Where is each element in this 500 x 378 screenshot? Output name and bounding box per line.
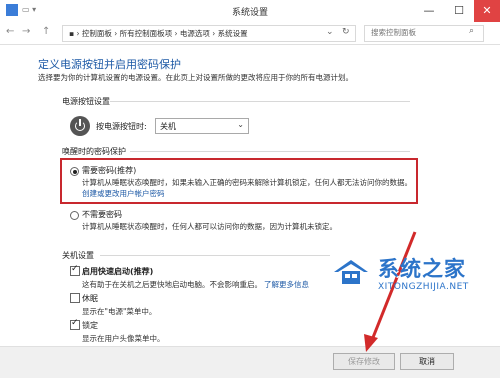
section-divider (130, 151, 410, 152)
chevron-down-icon: ⌄ (237, 120, 244, 129)
power-button-action-value: 关机 (160, 122, 176, 131)
change-password-link[interactable]: 创建或更改用户帐户密码 (82, 188, 165, 199)
wake-password-section-heading: 唤醒时的密码保护 (62, 147, 126, 156)
minimize-button[interactable]: — (414, 0, 444, 22)
back-button[interactable]: ← (6, 26, 14, 37)
search-input[interactable] (371, 28, 471, 37)
power-button-action-select[interactable]: 关机 ⌄ (155, 118, 249, 134)
maximize-button[interactable]: ☐ (444, 0, 474, 22)
require-password-radio[interactable] (70, 167, 79, 176)
power-icon (70, 116, 90, 136)
hibernate-description: 显示在"电源"菜单中。 (82, 307, 157, 316)
cancel-button[interactable]: 取消 (400, 353, 454, 370)
fast-startup-title[interactable]: 启用快速启动(推荐) (82, 266, 153, 277)
require-password-description: 计算机从睡眠状态唤醒时，如果未输入正确的密码来解除计算机锁定，任何人都无法访问你… (82, 178, 412, 187)
no-password-title[interactable]: 不需要密码 (82, 209, 122, 220)
search-icon[interactable]: ⌕ (469, 26, 474, 36)
shutdown-section-heading: 关机设置 (62, 251, 94, 260)
require-password-title[interactable]: 需要密码(推荐) (82, 165, 136, 176)
watermark-logo (334, 260, 368, 284)
fast-startup-checkbox[interactable] (70, 264, 80, 276)
watermark-url: XITONGZHIJIA.NET (378, 282, 469, 292)
page-title: 定义电源按钮并启用密码保护 (38, 58, 181, 71)
fast-startup-description: 这有助于在关机之后更快地启动电脑。不会影响重启。 (82, 280, 262, 289)
hibernate-checkbox[interactable] (70, 293, 80, 303)
no-password-radio[interactable] (70, 211, 79, 220)
breadcrumb-path[interactable]: ▪ › 控制面板 › 所有控制面板项 › 电源选项 › 系统设置 (69, 28, 248, 39)
breadcrumb[interactable]: ▪ › 控制面板 › 所有控制面板项 › 电源选项 › 系统设置 ⌄ ↻ (62, 25, 356, 42)
section-divider (100, 255, 330, 256)
close-button[interactable]: ✕ (474, 0, 500, 22)
hibernate-title[interactable]: 休眠 (82, 293, 98, 304)
lock-description: 显示在用户头像菜单中。 (82, 334, 165, 343)
address-bar: ← → ↑ ▪ › 控制面板 › 所有控制面板项 › 电源选项 › 系统设置 ⌄… (0, 22, 500, 45)
power-button-label: 按电源按钮时: (96, 122, 147, 131)
learn-more-link[interactable]: 了解更多信息 (264, 279, 309, 290)
watermark-text: 系统之家 (378, 257, 466, 281)
lock-title[interactable]: 锁定 (82, 320, 98, 331)
title-bar: ▭ ▾ 系统设置 — ☐ ✕ (0, 0, 500, 23)
forward-button[interactable]: → (22, 26, 30, 37)
refresh-icon[interactable]: ↻ (342, 27, 350, 37)
breadcrumb-dropdown-icon[interactable]: ⌄ (326, 27, 334, 37)
section-divider (110, 101, 410, 102)
up-button[interactable]: ↑ (42, 26, 50, 37)
search-box[interactable]: ⌕ (364, 25, 484, 42)
page-description: 选择要为你的计算机设置的电源设置。在此页上对设置所做的更改将应用于你的所有电源计… (38, 73, 353, 82)
save-changes-button[interactable]: 保存修改 (333, 353, 395, 370)
power-button-section-heading: 电源按钮设置 (62, 97, 110, 106)
no-password-description: 计算机从睡眠状态唤醒时，任何人都可以访问你的数据，因为计算机未锁定。 (82, 222, 337, 231)
lock-checkbox[interactable] (70, 318, 80, 330)
